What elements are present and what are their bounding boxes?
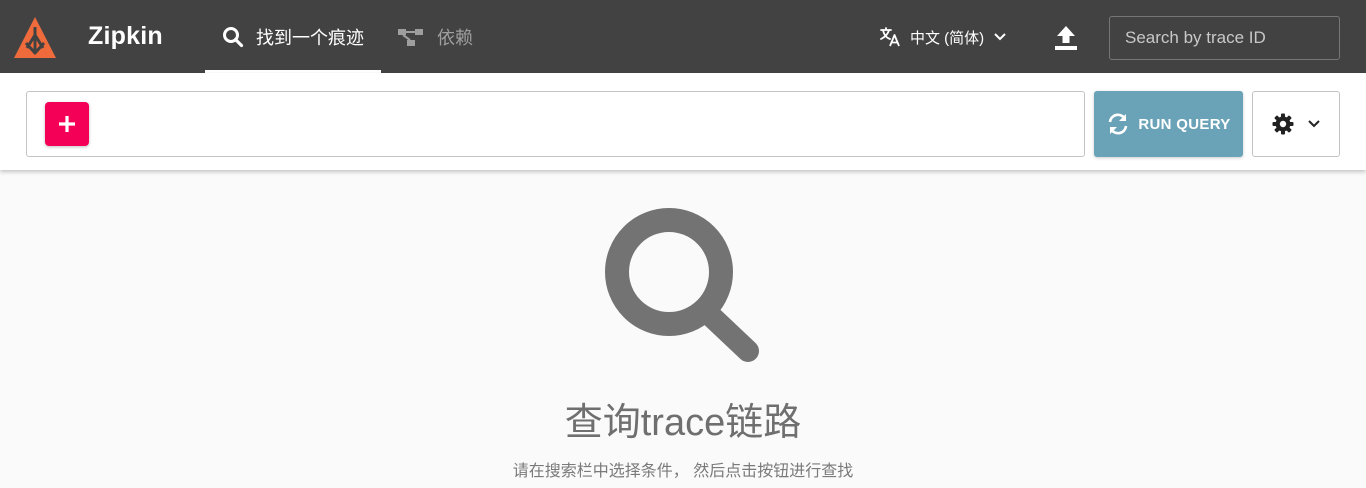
settings-button[interactable] (1252, 91, 1340, 157)
trace-id-search-input[interactable] (1109, 16, 1340, 60)
chevron-down-icon (1308, 120, 1320, 128)
upload-icon[interactable] (1053, 24, 1079, 52)
translate-icon (880, 27, 900, 47)
query-bar: RUN QUERY (0, 73, 1366, 170)
plus-icon (59, 116, 75, 132)
brand-name[interactable]: Zipkin (88, 22, 163, 51)
tab-dependencies[interactable]: 依赖 (397, 0, 473, 73)
run-query-button[interactable]: RUN QUERY (1094, 91, 1243, 157)
zipkin-logo-icon[interactable] (12, 15, 58, 61)
refresh-icon (1109, 113, 1128, 135)
chevron-down-icon (994, 33, 1006, 41)
tab-dependencies-label: 依赖 (437, 27, 473, 48)
tab-find-trace-label: 找到一个痕迹 (256, 27, 364, 48)
search-criteria-box[interactable] (26, 91, 1085, 157)
gear-icon (1272, 113, 1294, 135)
empty-state-subtitle: 请在搜索栏中选择条件， 然后点击按钮进行查找 (512, 463, 854, 480)
dependency-icon (398, 28, 423, 46)
add-criteria-button[interactable] (45, 102, 89, 146)
search-icon (605, 208, 759, 362)
language-selector[interactable]: 中文 (简体) (879, 26, 1007, 48)
search-icon (223, 26, 244, 47)
language-label: 中文 (简体) (910, 29, 985, 47)
app-header: Zipkin 找到一个痕迹 依赖 中文 (简体) (0, 0, 1366, 73)
tab-find-trace[interactable]: 找到一个痕迹 (205, 0, 381, 73)
empty-state-title: 查询trace链路 (564, 402, 802, 444)
run-query-label: RUN QUERY (1138, 115, 1231, 133)
